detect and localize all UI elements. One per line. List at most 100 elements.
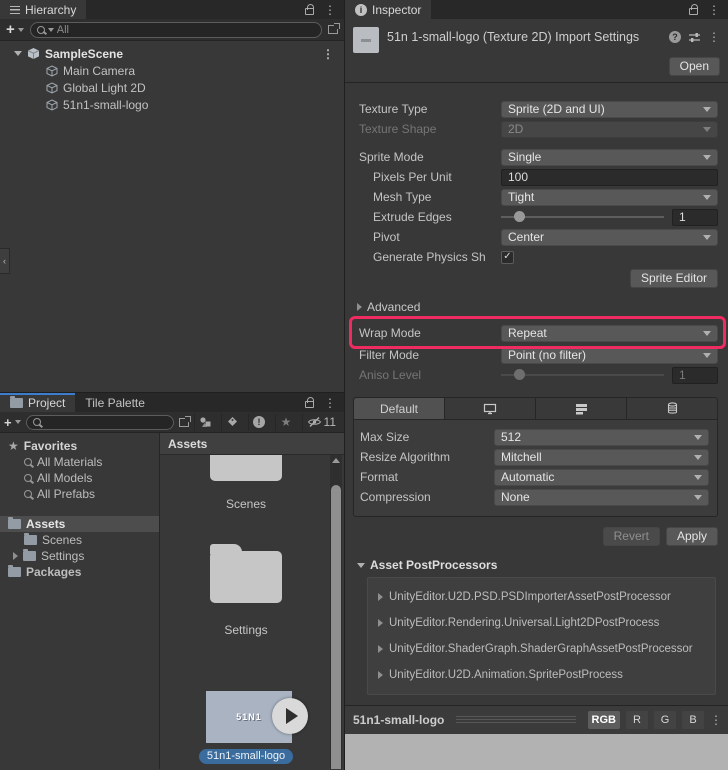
open-button[interactable]: Open [668, 57, 720, 76]
field-label: Sprite Mode [359, 150, 424, 164]
search-by-type-button[interactable] [193, 413, 216, 431]
scene-menu-icon[interactable]: ⋮ [322, 48, 344, 60]
scenes-folder-label[interactable]: Scenes [176, 497, 316, 511]
assets-breadcrumb-label: Assets [168, 436, 208, 451]
texture-type-dropdown[interactable]: Sprite (2D and UI) [501, 100, 718, 118]
channel-r-button[interactable]: R [626, 711, 648, 729]
mesh-type-dropdown[interactable]: Tight [501, 188, 718, 206]
extrude-edges-value[interactable]: 1 [672, 208, 718, 226]
scroll-up-icon[interactable] [332, 458, 340, 463]
postprocessor-name: UnityEditor.ShaderGraph.ShaderGraphAsset… [389, 643, 693, 655]
search-popout-icon[interactable] [328, 23, 340, 34]
tab-hierarchy[interactable]: Hierarchy [0, 0, 87, 19]
generate-physics-checkbox[interactable]: ✓ [501, 250, 514, 264]
extrude-edges-slider[interactable] [501, 211, 664, 222]
scrollbar-thumb[interactable] [331, 485, 341, 769]
postprocessors-foldout[interactable]: Asset PostProcessors [353, 557, 718, 573]
lock-icon[interactable] [689, 4, 698, 15]
create-object-button[interactable]: + [6, 22, 24, 37]
platform-tab-default[interactable]: Default [354, 398, 445, 419]
format-dropdown[interactable]: Automatic [494, 468, 709, 486]
channel-b-button[interactable]: B [682, 711, 704, 729]
foldout-closed-icon[interactable] [13, 552, 18, 560]
lock-icon[interactable] [305, 4, 314, 15]
hierarchy-search-input[interactable] [56, 23, 315, 36]
tab-project[interactable]: Project [0, 393, 76, 412]
search-importlog-button[interactable]: ! [247, 413, 270, 431]
postprocessor-item[interactable]: UnityEditor.ShaderGraph.ShaderGraphAsset… [374, 636, 709, 662]
scenes-folder-thumbnail[interactable] [210, 455, 282, 481]
project-search-input[interactable] [43, 416, 167, 428]
preview-menu-icon[interactable]: ⋮ [710, 714, 722, 726]
postprocessor-item[interactable]: UnityEditor.U2D.PSD.PSDImporterAssetPost… [374, 584, 709, 610]
help-icon[interactable]: ? [669, 31, 681, 43]
tab-inspector[interactable]: i Inspector [345, 0, 432, 19]
folder-row-assets[interactable]: Assets [0, 516, 159, 532]
hierarchy-searchbox[interactable] [29, 21, 322, 38]
hierarchy-item-global-light[interactable]: Global Light 2D [0, 79, 344, 96]
preview-drag-handle[interactable] [456, 716, 576, 724]
scene-row[interactable]: SampleScene ⋮ [0, 45, 344, 62]
project-folder-tree: ★ Favorites All Materials All Models All… [0, 433, 160, 769]
sprite-mode-dropdown[interactable]: Single [501, 148, 718, 166]
slider-knob[interactable] [514, 211, 526, 222]
create-asset-button[interactable]: + [4, 416, 21, 429]
settings-folder-thumbnail[interactable] [210, 544, 282, 603]
folder-row-scenes[interactable]: Scenes [0, 532, 159, 548]
context-menu-icon[interactable]: ⋮ [708, 31, 720, 43]
favorites-header[interactable]: ★ Favorites [0, 438, 159, 454]
filter-mode-dropdown[interactable]: Point (no filter) [501, 346, 718, 364]
favorite-all-prefabs[interactable]: All Prefabs [0, 486, 159, 502]
tab-tile-palette-label: Tile Palette [85, 395, 145, 410]
hierarchy-item-logo[interactable]: 51n1-small-logo [0, 96, 344, 113]
selected-asset-label[interactable]: 51n1-small-logo [176, 749, 316, 764]
lock-icon[interactable] [305, 397, 314, 408]
folder-row-packages[interactable]: Packages [0, 564, 159, 580]
pivot-dropdown[interactable]: Center [501, 228, 718, 246]
wrap-mode-row: Wrap Mode Repeat [353, 323, 718, 343]
hierarchy-item-main-camera[interactable]: Main Camera [0, 62, 344, 79]
search-popout-icon[interactable] [178, 415, 191, 427]
panel-menu-icon[interactable]: ⋮ [324, 397, 336, 409]
favorite-all-models[interactable]: All Models [0, 470, 159, 486]
channel-rgb-button[interactable]: RGB [587, 711, 620, 729]
max-size-dropdown[interactable]: 512 [494, 428, 709, 446]
sprite-editor-button[interactable]: Sprite Editor [629, 268, 718, 288]
platform-tab-standalone[interactable] [445, 398, 536, 419]
pixels-per-unit-field[interactable]: 100 [501, 168, 718, 186]
resize-algorithm-dropdown[interactable]: Mitchell [494, 448, 709, 466]
search-by-label-button[interactable] [220, 413, 243, 431]
panel-menu-icon[interactable]: ⋮ [708, 4, 720, 16]
panel-collapse-handle[interactable]: ‹ [0, 248, 10, 274]
exclamation-icon: ! [253, 416, 266, 428]
postprocessor-item[interactable]: UnityEditor.U2D.Animation.SpritePostProc… [374, 662, 709, 688]
hidden-packages-button[interactable]: 11 [301, 413, 340, 431]
max-size-row: Max Size 512 [354, 427, 709, 447]
folder-row-settings[interactable]: Settings [0, 548, 159, 564]
filter-mode-row: Filter Mode Point (no filter) [353, 345, 718, 365]
apply-button[interactable]: Apply [665, 526, 718, 546]
advanced-foldout[interactable]: Advanced [353, 299, 718, 315]
platform-tab-webgl[interactable] [627, 398, 717, 419]
presets-icon[interactable] [688, 32, 701, 43]
compression-dropdown[interactable]: None [494, 488, 709, 506]
favorites-star-button[interactable]: ★ [274, 413, 297, 431]
hidden-count: 11 [323, 415, 336, 429]
settings-folder-label[interactable]: Settings [176, 623, 316, 637]
inspector-panel: i Inspector ⋮ 51n 1-small-logo (Texture … [345, 0, 728, 770]
grid-scrollbar[interactable] [330, 455, 342, 769]
platform-tab-server[interactable] [536, 398, 627, 419]
project-searchbox[interactable] [25, 414, 174, 430]
generate-physics-row: Generate Physics Sh ✓ [353, 247, 718, 267]
wrap-mode-dropdown[interactable]: Repeat [501, 324, 718, 342]
channel-g-button[interactable]: G [654, 711, 676, 729]
tab-tile-palette[interactable]: Tile Palette [75, 393, 155, 412]
foldout-open-icon[interactable] [14, 51, 22, 56]
panel-menu-icon[interactable]: ⋮ [324, 4, 336, 16]
favorite-all-materials[interactable]: All Materials [0, 454, 159, 470]
postprocessor-item[interactable]: UnityEditor.Rendering.Universal.Light2DP… [374, 610, 709, 636]
foldout-closed-icon [357, 303, 362, 311]
assets-breadcrumb[interactable]: Assets [160, 433, 344, 455]
search-icon [32, 418, 41, 426]
play-preview-icon[interactable] [272, 698, 308, 734]
